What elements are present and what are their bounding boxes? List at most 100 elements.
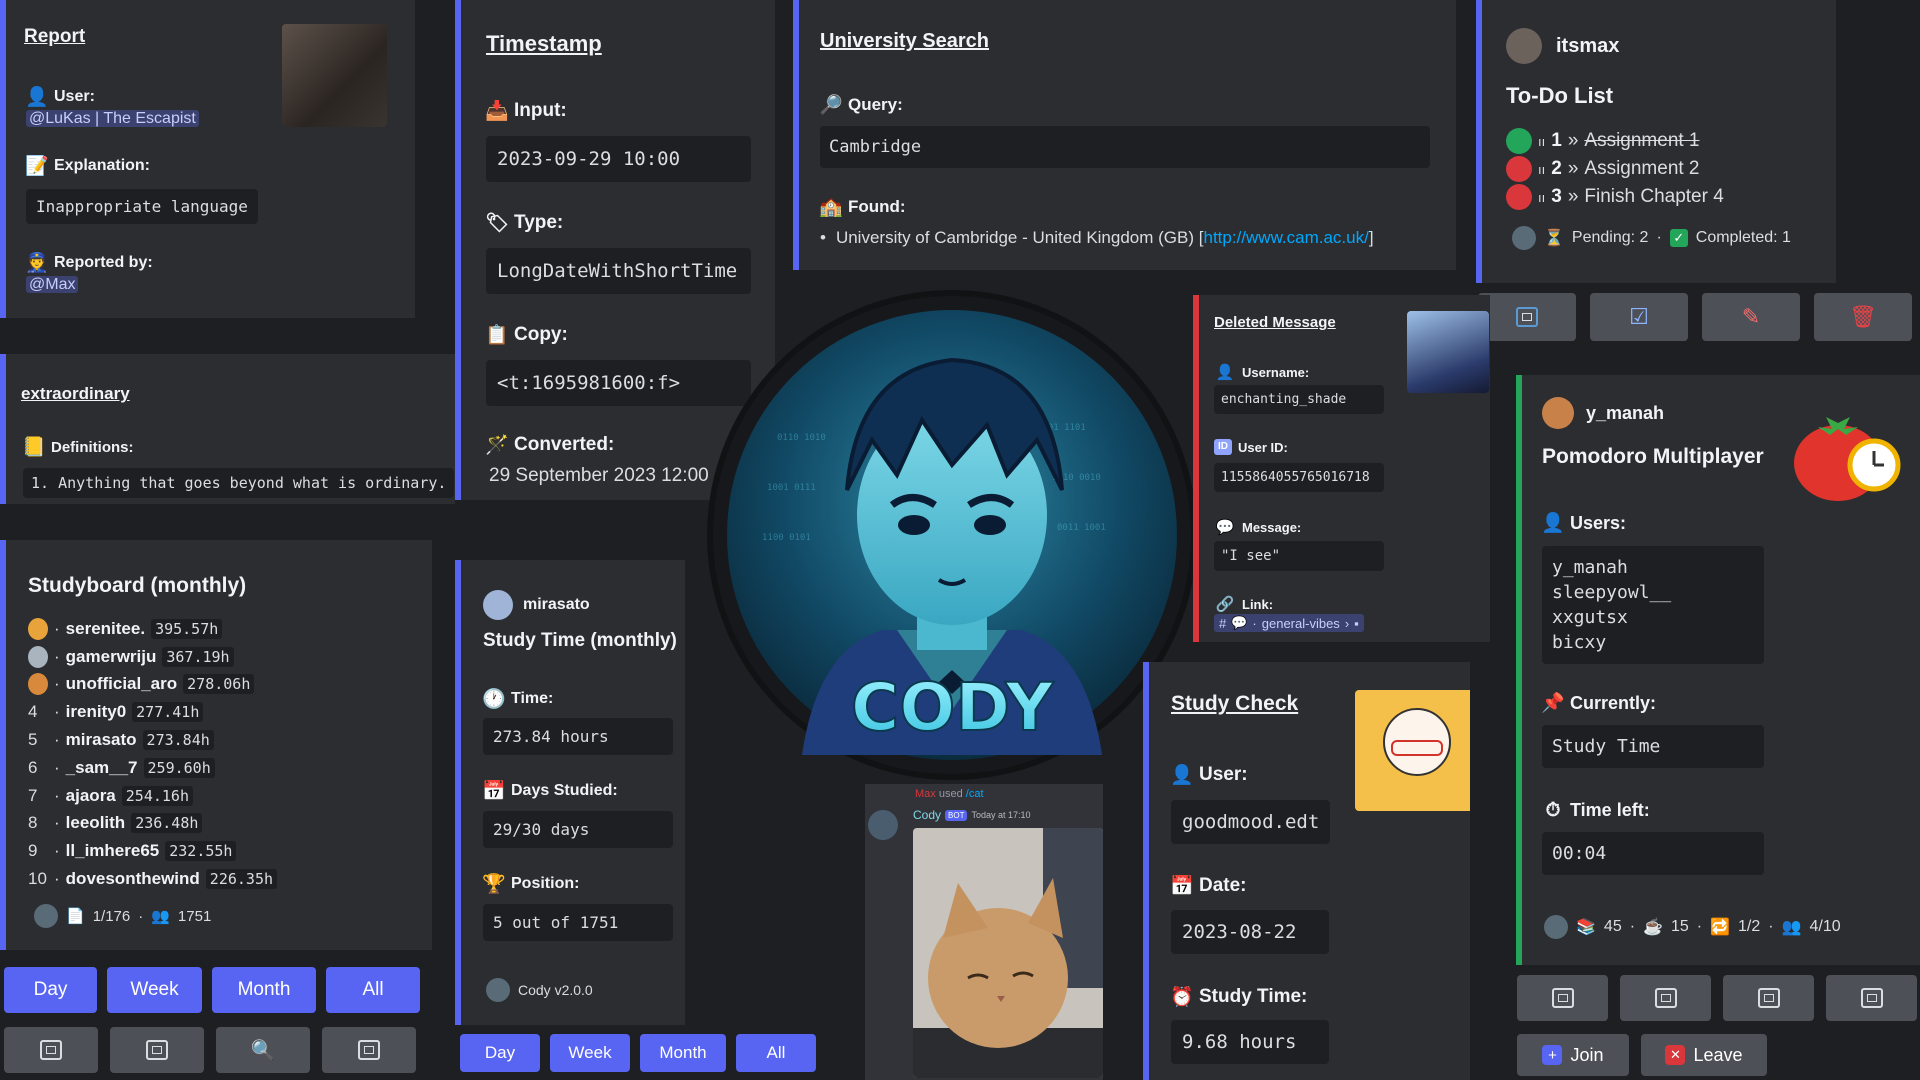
coffee-icon: ☕ (1643, 919, 1663, 936)
study-time-all-button[interactable]: All (736, 1034, 816, 1072)
cat-invoker[interactable]: Max (915, 788, 936, 800)
university-website-link[interactable]: http://www.cam.ac.uk/ (1203, 228, 1368, 247)
pomodoro-pause-button[interactable] (1620, 975, 1711, 1021)
first-page-icon (40, 1040, 62, 1060)
todo-delete-button[interactable]: 🗑 (1814, 293, 1912, 341)
join-button[interactable]: + Join (1517, 1034, 1629, 1076)
todo-pending: Pending: 2 (1571, 229, 1649, 246)
report-user-label: 👤 User: (25, 86, 95, 108)
previous-page-icon (146, 1040, 168, 1060)
pomodoro-control-1-button[interactable] (1517, 975, 1608, 1021)
studyboard-rank: 10 (28, 869, 47, 889)
pomodoro-footer: 📚 45 · ☕ 15 · 🔁 1/2 · 👥 4/10 (1544, 915, 1841, 939)
cody-portrait: 0110 10101001 01110101 1101 1110 0010001… (713, 296, 1191, 774)
university-title: University Search (820, 30, 989, 52)
definition-title: extraordinary (21, 384, 130, 403)
timestamp-input-value: 2023-09-29 10:00 (486, 136, 751, 182)
study-time-days-label: 📅 Days Studied: (482, 780, 618, 802)
study-time-day-button[interactable]: Day (460, 1034, 540, 1072)
stopwatch-icon: ⏱ (1545, 799, 1561, 821)
magnifier-icon: 🔎 (819, 94, 843, 116)
study-time-week-button[interactable]: Week (550, 1034, 630, 1072)
study-check-card: Study Check 👤 User: goodmood.edt 📅 Date: 2… (1143, 662, 1470, 1080)
studyboard-name: leeolith (65, 813, 126, 833)
medal-icon (28, 645, 48, 668)
todo-footer: ⏳ Pending: 2 · ✓ Completed: 1 (1512, 226, 1791, 250)
todo-edit-button[interactable]: ✎ (1702, 293, 1800, 341)
deleted-title: Deleted Message (1214, 314, 1336, 331)
studyboard-month-button[interactable]: Month (212, 967, 316, 1013)
pomodoro-user: y_manah (1552, 557, 1628, 578)
tag-icon: 🏷 (484, 212, 510, 234)
clock-icon: 🕐 (482, 688, 506, 710)
first-page-button[interactable] (4, 1027, 98, 1073)
studyboard-hours: 367.19h (162, 646, 234, 667)
todo-complete-button[interactable]: ☑ (1590, 293, 1688, 341)
studyboard-hours: 273.84h (142, 730, 214, 751)
studyboard-hours: 236.48h (131, 813, 203, 834)
todo-item: ıı 3» Finish Chapter 4 (1506, 183, 1724, 211)
edit-icon: ✎ (1741, 304, 1761, 329)
pomodoro-title: Pomodoro Multiplayer (1542, 445, 1764, 468)
itsmax-avatar (1506, 28, 1542, 64)
todo-card: itsmax To-Do List ıı 1» Assignment 1 ıı 2» As… (1476, 0, 1836, 283)
studyboard-list: · serenitee. 395.57h · gamerwriju 367.19h · uno… (28, 615, 278, 893)
cat-command[interactable]: /cat (966, 788, 984, 800)
deleted-username-value: enchanting_shade (1214, 385, 1384, 414)
next-page-button[interactable] (322, 1027, 416, 1073)
svg-text:1001 0111: 1001 0111 (767, 483, 816, 493)
deleted-message-card: Deleted Message 👤 Username: enchanting_sh… (1193, 295, 1490, 642)
report-reported-by-label: 👮 Reported by: (25, 252, 153, 274)
studyboard-name: gamerwriju (65, 646, 157, 666)
search-icon: 🔍 (250, 1039, 276, 1062)
report-reporter-mention[interactable]: @Max (26, 276, 79, 293)
cat-bot-name[interactable]: Cody (913, 808, 941, 822)
bot-badge: BOT (945, 809, 968, 821)
join-icon: + (1542, 1045, 1563, 1065)
studyboard-row: 7 · ajaora 254.16h (28, 782, 277, 810)
medal-icon (28, 617, 48, 640)
todo-item-number: 1 (1551, 130, 1562, 151)
cody-footer-icon (486, 978, 510, 1002)
pomodoro-skip-button[interactable] (1826, 975, 1917, 1021)
cody-avatar-icon (34, 904, 58, 928)
report-title: Report (24, 26, 86, 47)
pushpin-icon: 📌 (1541, 692, 1565, 714)
studyboard-all-button[interactable]: All (326, 967, 420, 1013)
deleted-username-label: 👤 Username: (1214, 361, 1310, 383)
study-time-period-buttons: Day Week Month All (460, 1034, 816, 1072)
studyboard-row: 8 · leeolith 236.48h (28, 810, 277, 838)
leave-button[interactable]: ✕ Leave (1641, 1034, 1767, 1076)
studyboard-day-button[interactable]: Day (4, 967, 97, 1013)
report-user-mention[interactable]: @LuKas | The Escapist (26, 110, 199, 127)
todo-item-text: Assignment 2 (1584, 158, 1700, 179)
id-icon: ID (1214, 439, 1232, 455)
pomodoro-stop-button[interactable] (1723, 975, 1814, 1021)
study-check-date-value: 2023-08-22 (1171, 910, 1329, 954)
pomodoro-stat-breaks: 15 (1670, 918, 1689, 935)
deleted-userid-value: 1155864055765016718 (1214, 463, 1384, 492)
pomodoro-time-left-label: ⏱ Time left: (1542, 799, 1650, 821)
speech-bubble-icon: 💬 (1215, 518, 1235, 536)
todo-item: ıı 1» Assignment 1 (1506, 127, 1724, 155)
pomodoro-currently-value: Study Time (1542, 725, 1764, 768)
pomodoro-currently-label: 📌 Currently: (1541, 692, 1657, 714)
study-check-thumbnail (1355, 690, 1470, 811)
todo-add-button[interactable] (1478, 293, 1576, 341)
studyboard-hours: 277.41h (132, 702, 204, 723)
medal-icon (28, 673, 48, 696)
chat-icon: 💬 (1231, 615, 1248, 630)
study-time-month-button[interactable]: Month (640, 1034, 726, 1072)
report-explanation-label: 📝 Explanation: (25, 155, 151, 177)
studyboard-row: 9 · ll_imhere65 232.55h (28, 837, 277, 865)
studyboard-user-count: 1751 (177, 907, 212, 925)
deleted-channel-link[interactable]: # 💬 · general-vibes › ▪ (1214, 614, 1364, 632)
timestamp-copy-label: 📋 Copy: (485, 324, 568, 346)
search-button[interactable]: 🔍 (216, 1027, 310, 1073)
cody-message-avatar[interactable] (868, 810, 898, 840)
svg-text:0110 1010: 0110 1010 (777, 433, 826, 443)
cat-photo[interactable] (913, 828, 1103, 1078)
studyboard-week-button[interactable]: Week (107, 967, 202, 1013)
previous-page-button[interactable] (110, 1027, 204, 1073)
todo-title: To-Do List (1506, 83, 1614, 108)
